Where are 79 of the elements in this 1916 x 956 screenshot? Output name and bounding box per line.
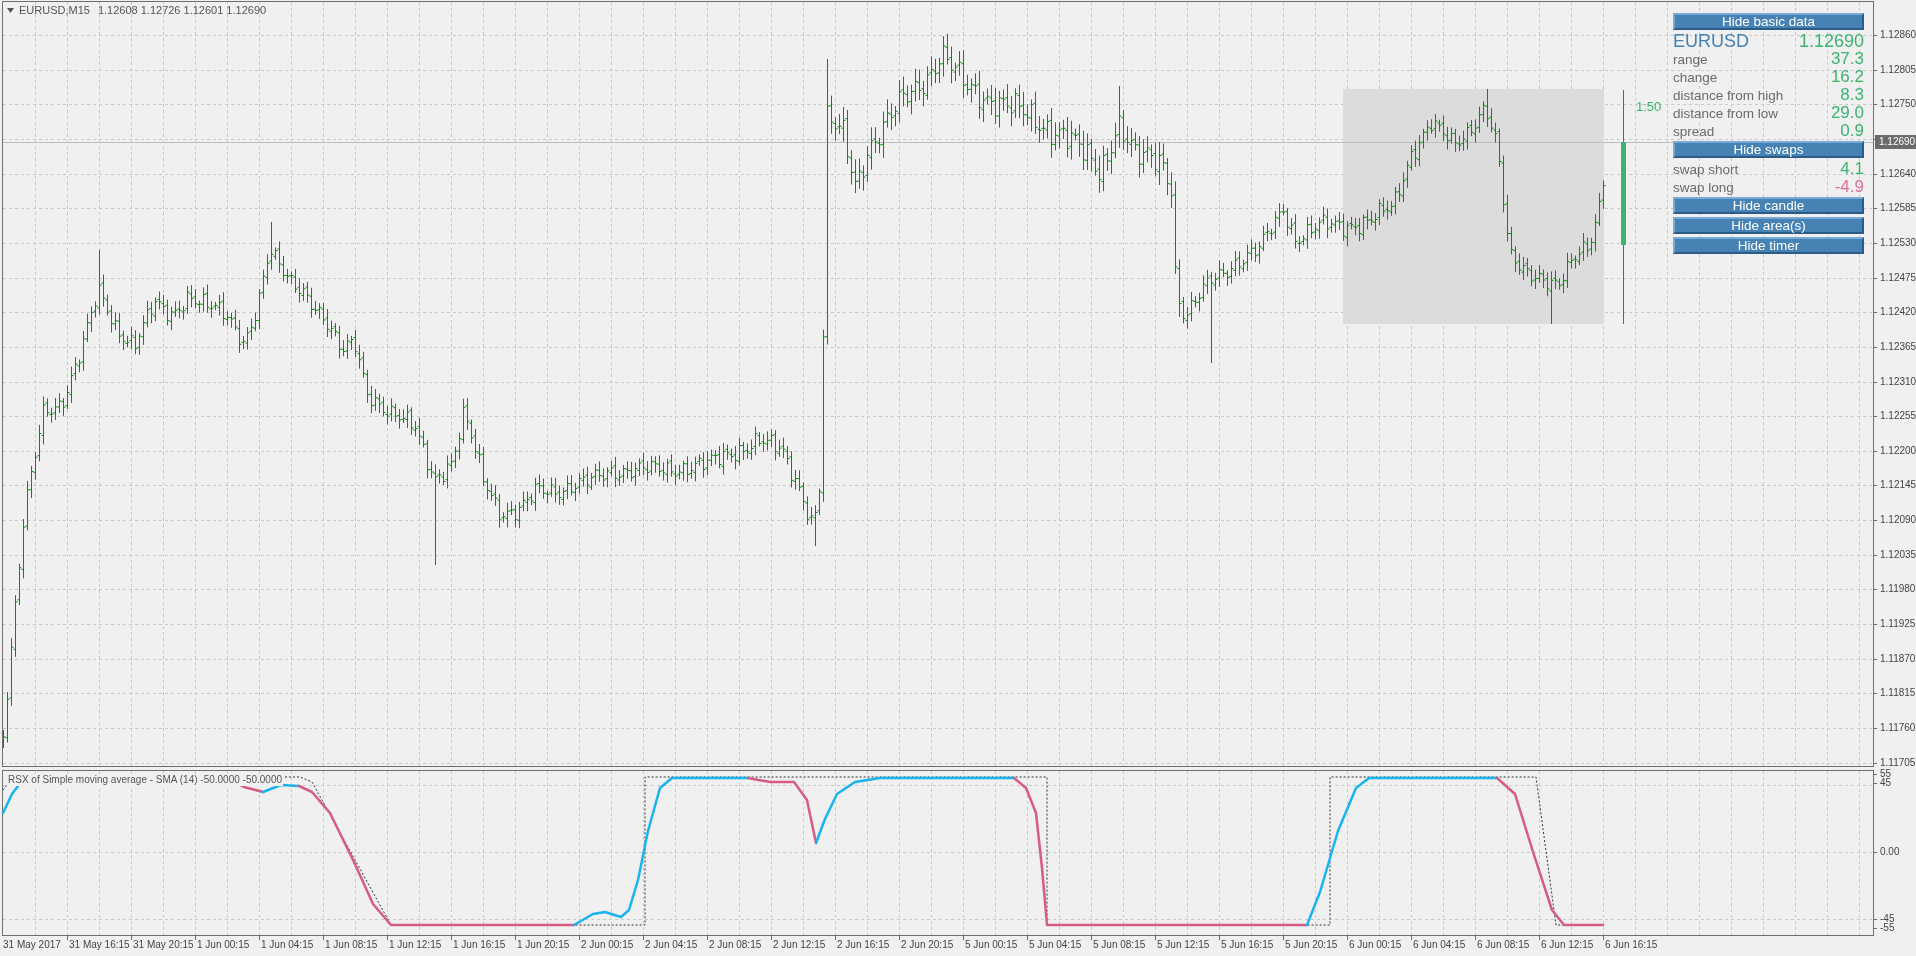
level-label: 45 [1880, 778, 1892, 788]
time-label: 6 Jun 16:15 [1605, 939, 1658, 951]
price-label: 1.12860 [1880, 29, 1916, 41]
panel-toggle-button[interactable]: Hide candle [1673, 197, 1864, 214]
time-label: 1 Jun 00:15 [197, 939, 250, 951]
time-label: 5 Jun 08:15 [1093, 939, 1146, 951]
price-label: 1.12090 [1880, 514, 1916, 527]
stat-value: 16.2 [1830, 68, 1864, 86]
time-label: 31 May 16:15 [69, 939, 130, 951]
time-label: 6 Jun 00:15 [1349, 939, 1402, 951]
time-label: 6 Jun 12:15 [1541, 939, 1594, 951]
time-label: 5 Jun 04:15 [1029, 939, 1082, 951]
stat-label: swap long [1673, 179, 1734, 197]
symbol-name: EURUSD [1673, 32, 1749, 50]
price-label: 1.12145 [1880, 479, 1916, 492]
time-label: 2 Jun 16:15 [837, 939, 890, 951]
current-price-label: 1.12690 [1875, 135, 1916, 149]
price-label: 1.12365 [1880, 340, 1916, 353]
time-label: 1 Jun 16:15 [453, 939, 506, 951]
level-label: 0.00 [1880, 847, 1900, 857]
price-label: 1.12530 [1880, 236, 1916, 249]
panel-toggle-button[interactable]: Hide timer [1673, 237, 1864, 254]
candle-timer: 1:50 [1636, 99, 1662, 114]
level-label: -45 [1880, 914, 1895, 924]
stat-value: 4.1 [1840, 160, 1864, 178]
time-label: 1 Jun 12:15 [389, 939, 442, 951]
time-label: 2 Jun 00:15 [581, 939, 634, 951]
panel-toggle-button[interactable]: Hide basic data [1673, 13, 1864, 30]
time-label: 31 May 2017 [3, 939, 61, 951]
time-label: 5 Jun 00:15 [965, 939, 1018, 951]
time-label: 2 Jun 12:15 [773, 939, 826, 951]
time-label: 6 Jun 08:15 [1477, 939, 1530, 951]
time-label: 2 Jun 20:15 [901, 939, 954, 951]
panel-toggle-button[interactable]: Hide swaps [1673, 141, 1864, 158]
stat-value: 8.3 [1840, 86, 1864, 104]
time-label: 5 Jun 12:15 [1157, 939, 1210, 951]
stat-label: distance from high [1673, 87, 1784, 105]
price-label: 1.12585 [1880, 202, 1916, 215]
indicator-title: RSX of Simple moving average - SMA (14) -50.0000 -50.0000 [7, 774, 284, 786]
stat-label: range [1673, 51, 1708, 69]
stat-value: -4.9 [1834, 178, 1864, 196]
stat-value: 0.9 [1840, 122, 1864, 140]
price-label: 1.12805 [1880, 63, 1916, 76]
price-label: 1.11815 [1880, 687, 1916, 700]
panel-toggle-button[interactable]: Hide area(s) [1673, 217, 1864, 234]
price-label: 1.12475 [1880, 271, 1916, 284]
price-label: 1.12310 [1880, 375, 1916, 388]
level-label: -55 [1880, 923, 1895, 933]
price-label: 1.12035 [1880, 548, 1916, 561]
caret-icon [7, 8, 14, 13]
price-label: 1.11925 [1880, 618, 1916, 630]
chart-symbol: EURUSD,M15 [19, 4, 90, 17]
bid-price: 1.12690 [1798, 32, 1864, 50]
price-label: 1.12750 [1880, 98, 1916, 111]
stat-value: 37.3 [1830, 50, 1864, 68]
stat-value: 29.0 [1830, 104, 1864, 122]
time-label: 1 Jun 08:15 [325, 939, 378, 951]
price-label: 1.12255 [1880, 410, 1916, 423]
price-label: 1.12420 [1880, 306, 1916, 319]
stat-label: distance from low [1673, 105, 1779, 123]
time-label: 5 Jun 16:15 [1221, 939, 1274, 951]
price-label: 1.11870 [1880, 652, 1916, 665]
time-label: 6 Jun 04:15 [1413, 939, 1466, 951]
price-label: 1.11705 [1880, 756, 1916, 769]
price-label: 1.12200 [1880, 444, 1916, 457]
time-label: 5 Jun 20:15 [1285, 939, 1338, 951]
price-label: 1.11760 [1880, 722, 1916, 734]
time-label: 2 Jun 04:15 [645, 939, 698, 951]
time-label: 1 Jun 20:15 [517, 939, 570, 951]
stat-label: swap short [1673, 161, 1739, 179]
stat-label: change [1673, 69, 1718, 87]
time-label: 1 Jun 04:15 [261, 939, 314, 951]
time-label: 31 May 20:15 [133, 939, 194, 951]
stat-label: spread [1673, 123, 1715, 141]
time-label: 2 Jun 08:15 [709, 939, 762, 951]
price-label: 1.11980 [1880, 583, 1916, 596]
ohlc-quotes: 1.12608 1.12726 1.12601 1.12690 [97, 4, 267, 17]
level-label: 55 [1880, 769, 1892, 779]
price-label: 1.12640 [1880, 167, 1916, 180]
